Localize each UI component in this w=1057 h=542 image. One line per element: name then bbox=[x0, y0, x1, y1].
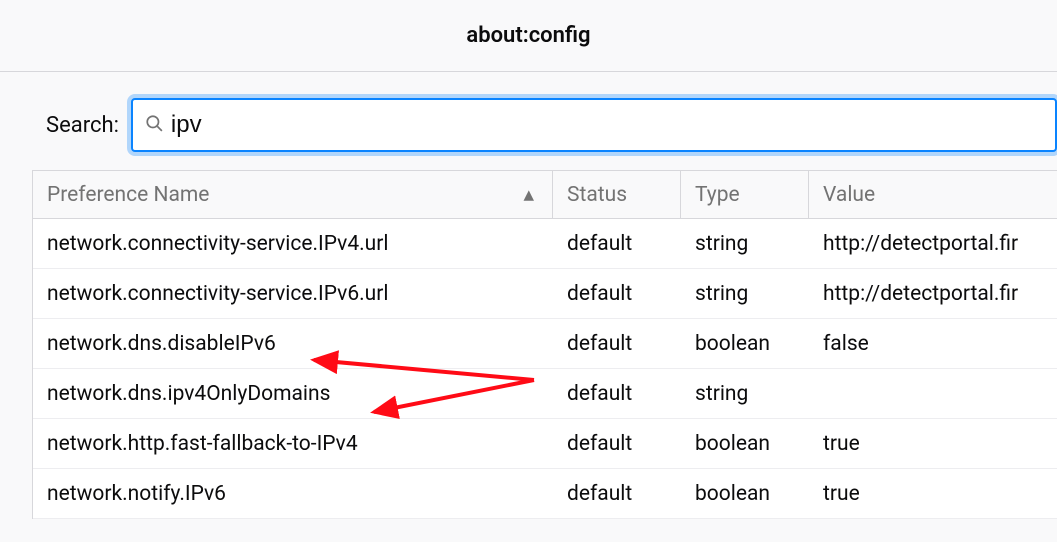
col-header-status[interactable]: Status bbox=[553, 171, 681, 218]
col-header-type[interactable]: Type bbox=[681, 171, 809, 218]
col-header-value[interactable]: Value bbox=[809, 171, 1057, 218]
cell-value: true bbox=[809, 432, 1057, 456]
table-row[interactable]: network.dns.ipv4OnlyDomainsdefaultstring bbox=[33, 369, 1057, 419]
sort-asc-icon: ▴ bbox=[523, 182, 534, 207]
col-header-name[interactable]: Preference Name ▴ bbox=[33, 171, 553, 218]
table-row[interactable]: network.connectivity-service.IPv6.urldef… bbox=[33, 269, 1057, 319]
cell-type: boolean bbox=[681, 332, 809, 356]
cell-pref-name: network.connectivity-service.IPv4.url bbox=[33, 232, 553, 256]
table-row[interactable]: network.http.fast-fallback-to-IPv4defaul… bbox=[33, 419, 1057, 469]
cell-value: true bbox=[809, 482, 1057, 506]
search-icon bbox=[145, 114, 163, 136]
cell-status: default bbox=[553, 482, 681, 506]
cell-type: string bbox=[681, 382, 809, 406]
prefs-table: Preference Name ▴ Status Type Value netw… bbox=[32, 170, 1057, 519]
search-box[interactable] bbox=[131, 98, 1057, 152]
search-row: Search: bbox=[0, 72, 1057, 170]
cell-value: http://detectportal.fir bbox=[809, 282, 1057, 306]
window-title: about:config bbox=[466, 23, 590, 48]
table-row[interactable]: network.notify.IPv6defaultbooleantrue bbox=[33, 469, 1057, 519]
cell-pref-name: network.dns.disableIPv6 bbox=[33, 332, 553, 356]
table-header-row: Preference Name ▴ Status Type Value bbox=[33, 171, 1057, 219]
cell-status: default bbox=[553, 332, 681, 356]
table-row[interactable]: network.connectivity-service.IPv4.urldef… bbox=[33, 219, 1057, 269]
table-row[interactable]: network.dns.disableIPv6defaultbooleanfal… bbox=[33, 319, 1057, 369]
cell-type: string bbox=[681, 232, 809, 256]
search-label: Search: bbox=[46, 113, 119, 138]
search-input[interactable] bbox=[171, 100, 1055, 150]
cell-status: default bbox=[553, 382, 681, 406]
cell-value: false bbox=[809, 332, 1057, 356]
cell-status: default bbox=[553, 432, 681, 456]
cell-pref-name: network.dns.ipv4OnlyDomains bbox=[33, 382, 553, 406]
cell-pref-name: network.http.fast-fallback-to-IPv4 bbox=[33, 432, 553, 456]
cell-status: default bbox=[553, 282, 681, 306]
window-titlebar: about:config bbox=[0, 0, 1057, 72]
cell-pref-name: network.notify.IPv6 bbox=[33, 482, 553, 506]
cell-pref-name: network.connectivity-service.IPv6.url bbox=[33, 282, 553, 306]
cell-status: default bbox=[553, 232, 681, 256]
cell-type: boolean bbox=[681, 482, 809, 506]
cell-value: http://detectportal.fir bbox=[809, 232, 1057, 256]
cell-type: string bbox=[681, 282, 809, 306]
cell-type: boolean bbox=[681, 432, 809, 456]
table-body: network.connectivity-service.IPv4.urldef… bbox=[33, 219, 1057, 519]
